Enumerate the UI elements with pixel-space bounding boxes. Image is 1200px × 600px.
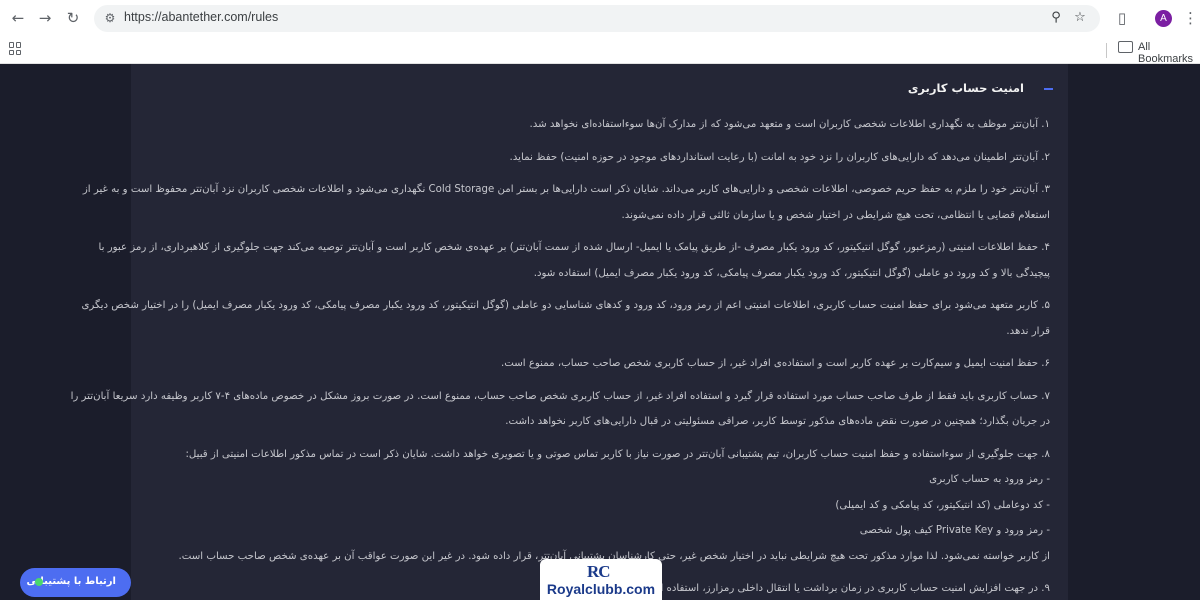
watermark-rc-logo: RC	[587, 562, 611, 581]
rule-line: - رمز ورود و Private Key کیف پول شخصی	[859, 525, 1050, 536]
rule-item: ۱. آبان‌تتر موظف به نگهداری اطلاعات شخصی…	[151, 112, 1050, 138]
rule-item: ۶. حفظ امنیت ایمیل و سیم‌کارت بر عهده کا…	[151, 351, 1050, 377]
rule-item: ۸. جهت جلوگیری از سوءاستفاده و حفظ امنیت…	[151, 442, 1051, 468]
rules-panel: امنیت حساب کاربری ۱. آبان‌تتر موظف به نگ…	[70, 64, 1068, 600]
rule-sub-item: - رمز ورود و Private Key کیف پول شخصی	[151, 518, 1050, 544]
rule-line: ۳. آبان‌تتر خود را ملزم به حفظ حریم خصوص…	[82, 184, 1050, 195]
minus-icon[interactable]	[1044, 88, 1053, 90]
rule-line: در جریان بگذارد؛ همچنین در صورت نقض ماده…	[505, 416, 1050, 427]
rule-line: ۶. حفظ امنیت ایمیل و سیم‌کارت بر عهده کا…	[500, 358, 1050, 369]
back-icon[interactable]: ←	[8, 8, 28, 28]
rule-line: ۲. آبان‌تتر اطمینان می‌دهد که دارایی‌های…	[509, 151, 1050, 163]
rule-line: پیچیدگی بالا و کد ورود دو عاملی (گوگل ان…	[533, 267, 1050, 279]
star-icon[interactable]: ☆	[1072, 10, 1088, 26]
section-title[interactable]: امنیت حساب کاربری	[908, 81, 1024, 95]
address-bar[interactable]: ⚙ https://abantether.com/rules ⚲ ☆	[94, 5, 1100, 32]
rules-list: ۱. آبان‌تتر موظف به نگهداری اطلاعات شخصی…	[70, 112, 1051, 600]
apps-icon[interactable]	[9, 42, 22, 55]
all-bookmarks-link[interactable]: All Bookmarks	[1138, 41, 1200, 65]
profile-avatar[interactable]: A	[1155, 10, 1172, 27]
site-settings-icon[interactable]: ⚙	[102, 10, 118, 26]
zoom-icon[interactable]: ⚲	[1048, 10, 1064, 26]
rule-line: ۵. کاربر متعهد می‌شود برای حفظ امنیت حسا…	[81, 300, 1050, 311]
watermark-text: Royalclubb.com	[546, 581, 656, 597]
rule-line: استعلام قضایی یا انتظامی، تحت هیچ شرایطی…	[621, 209, 1050, 221]
extensions-icon[interactable]: ▯	[1113, 9, 1131, 27]
rule-line: ۸. جهت جلوگیری از سوءاستفاده و حفظ امنیت…	[185, 448, 1051, 460]
bookmarks-bar: All Bookmarks	[0, 37, 1200, 65]
rule-item: ۵. کاربر متعهد می‌شود برای حفظ امنیت حسا…	[81, 293, 1050, 344]
rule-item: ۴. حفظ اطلاعات امنیتی (رمزعبور، گوگل انت…	[98, 235, 1050, 286]
forward-icon[interactable]: →	[35, 8, 55, 28]
watermark-logo: RC Royalclubb.com	[540, 559, 662, 600]
rule-line: ۱. آبان‌تتر موظف به نگهداری اطلاعات شخصی…	[529, 119, 1050, 130]
bookmarks-separator	[1106, 43, 1107, 58]
menu-icon[interactable]: ⋮	[1183, 8, 1198, 28]
rule-line: - کد دوعاملی (کد انتیکیتور، کد پیامکی و …	[835, 499, 1050, 511]
folder-icon	[1118, 41, 1133, 53]
browser-toolbar: ← → ↻ ⚙ https://abantether.com/rules ⚲ ☆…	[0, 0, 1200, 37]
rule-line: - رمز ورود به حساب کاربری	[929, 474, 1050, 485]
rule-item: ۳. آبان‌تتر خود را ملزم به حفظ حریم خصوص…	[82, 177, 1050, 228]
rule-line: ۴. حفظ اطلاعات امنیتی (رمزعبور، گوگل انت…	[98, 242, 1050, 253]
rule-sub-item: - رمز ورود به حساب کاربری	[151, 467, 1050, 493]
rule-item: ۷. حساب کاربری باید فقط از طرف صاحب حساب…	[70, 384, 1050, 435]
url-text[interactable]: https://abantether.com/rules	[124, 10, 278, 24]
rule-line: قرار ندهد.	[1006, 325, 1050, 337]
browser-chrome: ← → ↻ ⚙ https://abantether.com/rules ⚲ ☆…	[0, 0, 1200, 65]
reload-icon[interactable]: ↻	[63, 8, 83, 28]
rule-sub-item: - کد دوعاملی (کد انتیکیتور، کد پیامکی و …	[151, 493, 1050, 519]
support-chat-button[interactable]: ارتباط با پشتیبانی	[20, 568, 131, 597]
online-status-icon	[35, 578, 43, 586]
rule-item: ۲. آبان‌تتر اطمینان می‌دهد که دارایی‌های…	[151, 145, 1050, 171]
page-body: امنیت حساب کاربری ۱. آبان‌تتر موظف به نگ…	[0, 64, 1200, 600]
rule-line: ۷. حساب کاربری باید فقط از طرف صاحب حساب…	[70, 390, 1050, 402]
